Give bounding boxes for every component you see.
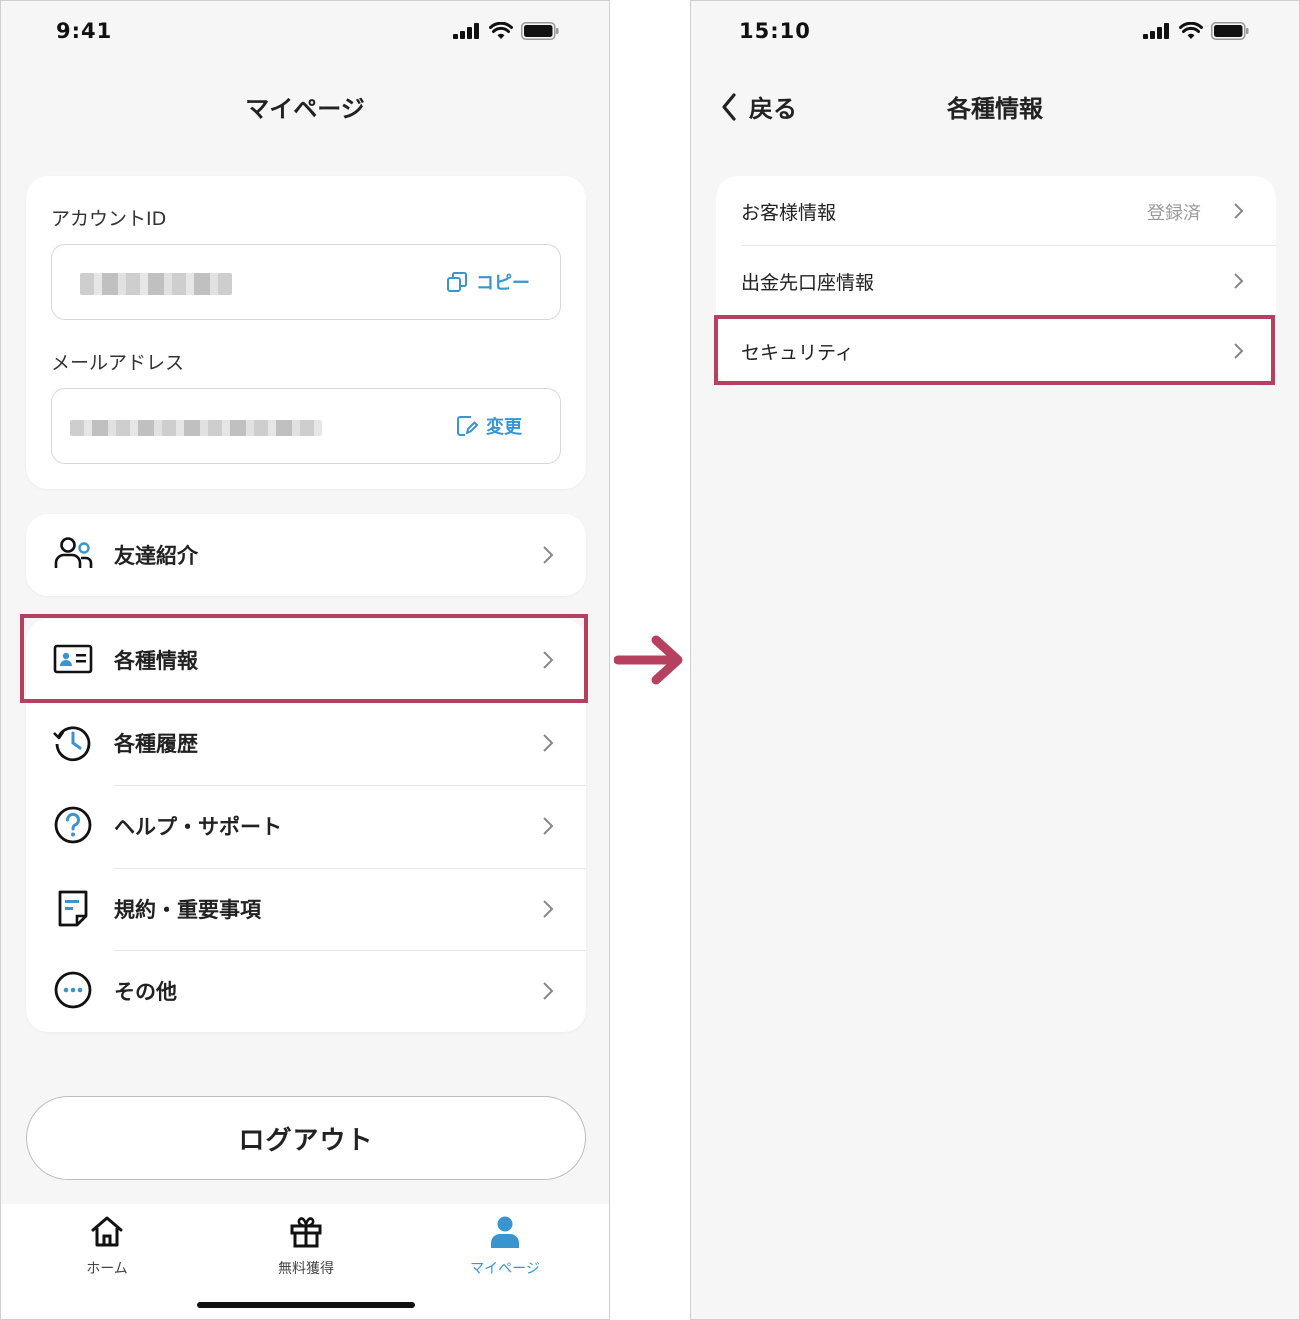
user-plus-icon <box>54 537 93 568</box>
account-id-value-masked <box>80 273 232 295</box>
menu-card: 各種情報 各種履歴 ヘルプ・サポート 規約・重要事項 その他 <box>26 619 586 1032</box>
email-value-masked <box>70 420 322 436</box>
referral-card: 友達紹介 <box>26 514 586 596</box>
home-icon <box>91 1216 123 1247</box>
copy-button[interactable]: コピー <box>446 269 530 295</box>
logout-button[interactable]: ログアウト <box>26 1096 586 1180</box>
tab-label-free: 無料獲得 <box>278 1261 334 1277</box>
chevron-right-icon <box>543 546 554 564</box>
menu-item-help[interactable]: ヘルプ・サポート <box>26 785 586 867</box>
email-field: 変更 <box>51 388 561 464</box>
clock-history-icon <box>53 726 91 762</box>
wifi-icon <box>489 22 513 39</box>
chevron-right-icon <box>1234 203 1244 219</box>
chevron-right-icon <box>1234 343 1244 359</box>
menu-label-referral: 友達紹介 <box>114 544 198 568</box>
account-card: アカウントID コピー メールアドレス 変更 <box>26 176 586 489</box>
chevron-right-icon <box>543 900 554 918</box>
flow-arrow-icon <box>614 635 683 685</box>
menu-label-help: ヘルプ・サポート <box>114 815 282 839</box>
tab-mypage[interactable]: マイページ <box>445 1214 565 1278</box>
page-title: マイページ <box>245 95 365 123</box>
account-id-field: コピー <box>51 244 561 320</box>
chevron-right-icon <box>543 982 554 1000</box>
signal-icon <box>1143 23 1169 39</box>
menu-label-terms: 規約・重要事項 <box>114 898 261 922</box>
status-time: 15:10 <box>739 19 811 43</box>
account-id-label: アカウントID <box>51 208 167 230</box>
menu-label-history: 各種履歴 <box>114 732 198 756</box>
menu-item-history[interactable]: 各種履歴 <box>26 702 586 784</box>
list-item-security[interactable]: セキュリティ <box>716 316 1276 386</box>
tab-label-home: ホーム <box>86 1261 128 1277</box>
battery-icon <box>521 22 559 40</box>
question-circle-icon <box>54 806 92 844</box>
list-label-bank-account: 出金先口座情報 <box>741 272 875 294</box>
registration-status: 登録済 <box>1147 203 1201 224</box>
chevron-right-icon <box>543 734 554 752</box>
mypage-screen: 9:41 マイページ アカウントID コピー メールアドレス 変更 友達紹介 各… <box>0 0 610 1320</box>
menu-label-info: 各種情報 <box>114 649 198 673</box>
menu-item-referral[interactable]: 友達紹介 <box>26 514 586 596</box>
chevron-right-icon <box>1234 273 1244 289</box>
email-label: メールアドレス <box>51 352 185 374</box>
chevron-right-icon <box>543 817 554 835</box>
battery-icon <box>1211 22 1249 40</box>
user-icon <box>491 1216 519 1248</box>
change-email-button[interactable]: 変更 <box>456 413 522 439</box>
list-label-customer-info: お客様情報 <box>741 202 837 224</box>
menu-item-terms[interactable]: 規約・重要事項 <box>26 868 586 950</box>
copy-label: コピー <box>476 273 530 294</box>
gift-icon <box>290 1217 322 1248</box>
signal-icon <box>453 23 479 39</box>
menu-item-info[interactable]: 各種情報 <box>26 619 586 701</box>
status-bar: 9:41 <box>1 1 609 63</box>
status-icons <box>453 22 559 40</box>
document-icon <box>58 890 88 927</box>
change-label: 変更 <box>486 417 522 438</box>
info-list: お客様情報 登録済 出金先口座情報 セキュリティ <box>716 176 1276 386</box>
ellipsis-circle-icon <box>54 971 92 1009</box>
status-icons <box>1143 22 1249 40</box>
list-item-customer-info[interactable]: お客様情報 登録済 <box>716 176 1276 246</box>
edit-icon <box>457 416 478 436</box>
tab-label-mypage: マイページ <box>470 1261 540 1277</box>
chevron-right-icon <box>543 651 554 669</box>
status-bar: 15:10 <box>691 1 1299 63</box>
menu-label-other: その他 <box>114 980 177 1004</box>
copy-icon <box>447 272 467 292</box>
info-screen: 15:10 戻る 各種情報 お客様情報 登録済 出金先口座情報 セキュリティ <box>690 0 1300 1320</box>
page-title: 各種情報 <box>947 95 1043 123</box>
id-card-icon <box>53 644 93 674</box>
tab-free[interactable]: 無料獲得 <box>246 1214 366 1278</box>
home-indicator <box>197 1302 415 1308</box>
menu-item-other[interactable]: その他 <box>26 950 586 1032</box>
list-item-bank-account[interactable]: 出金先口座情報 <box>716 246 1276 316</box>
tab-home[interactable]: ホーム <box>47 1214 167 1278</box>
status-time: 9:41 <box>56 19 113 43</box>
list-label-security: セキュリティ <box>741 342 854 364</box>
wifi-icon <box>1179 22 1203 39</box>
